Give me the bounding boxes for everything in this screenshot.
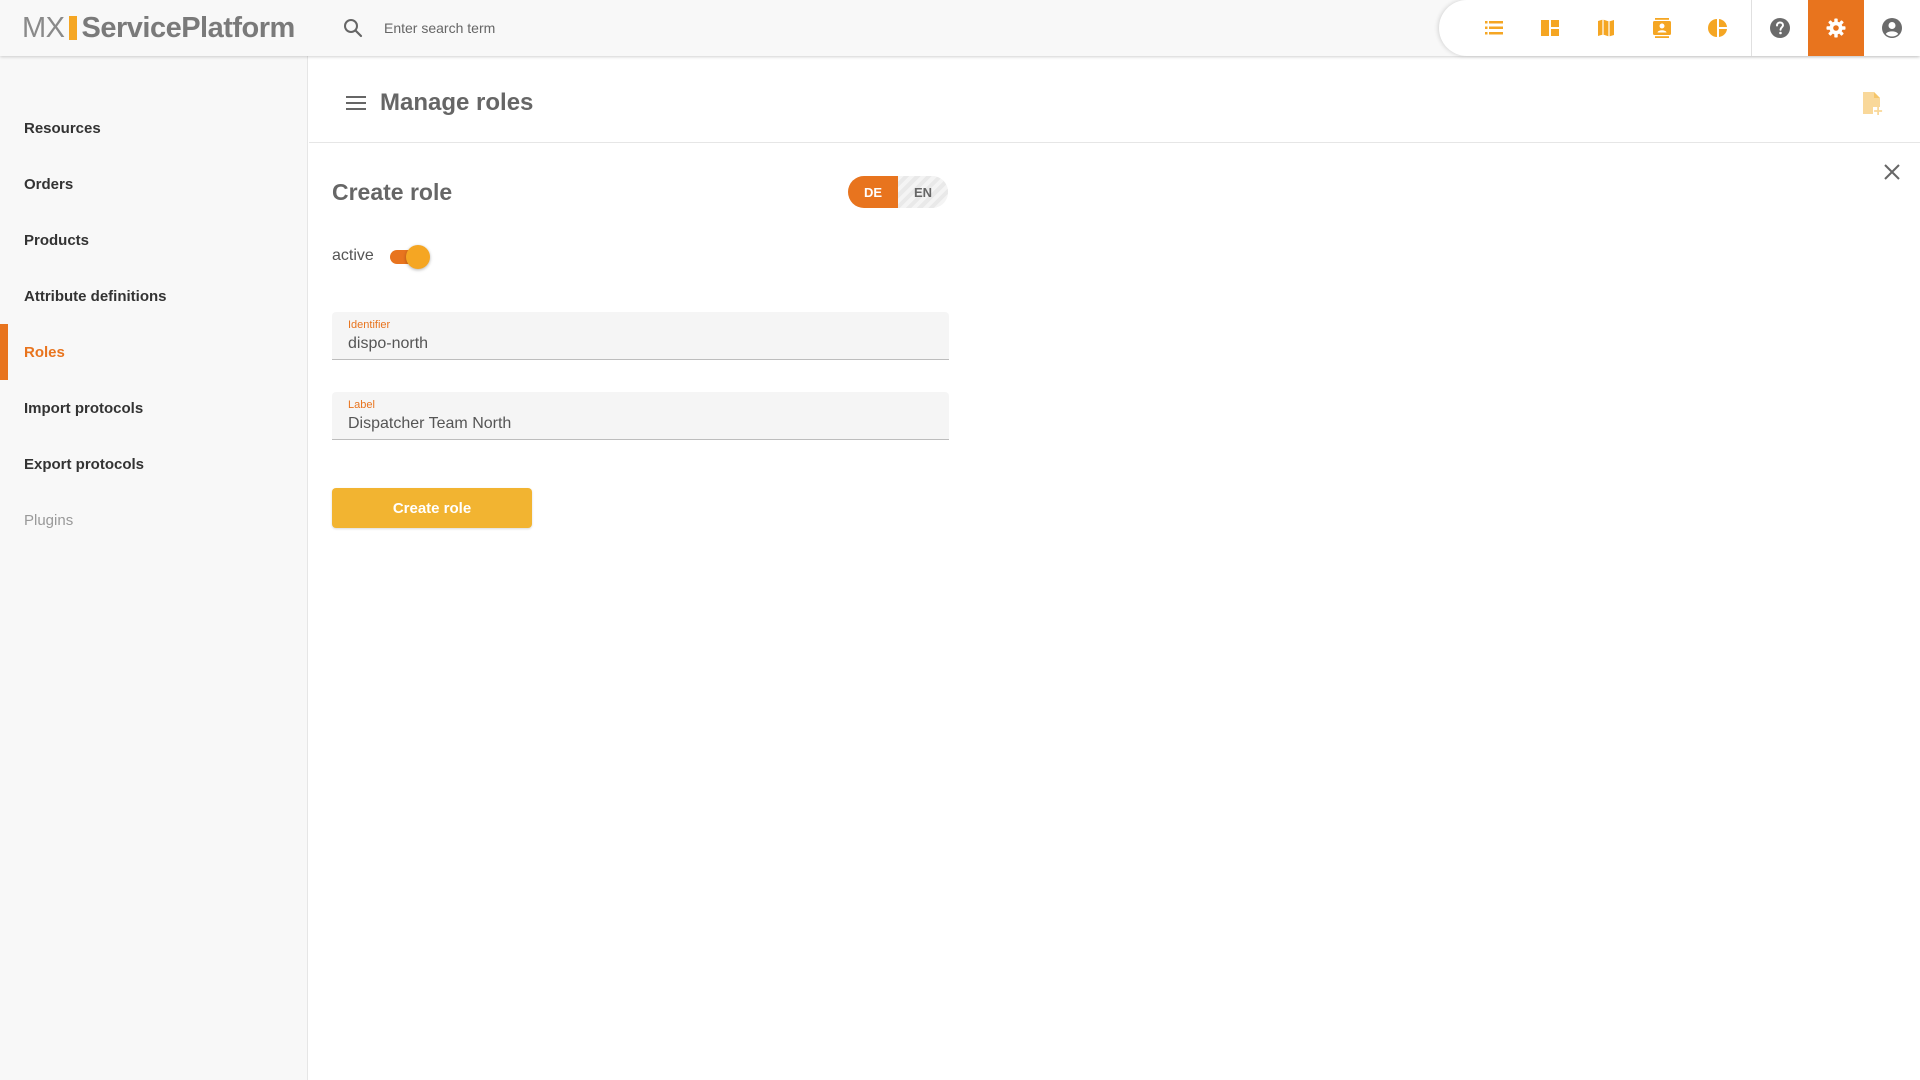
sidebar-item-plugins: Plugins: [24, 511, 74, 529]
logo-mx: MX: [22, 11, 65, 44]
account-button[interactable]: [1864, 0, 1920, 56]
label-field[interactable]: Label: [332, 392, 949, 440]
map-icon: [1598, 19, 1614, 37]
switch-thumb: [406, 245, 430, 269]
list-icon: [1485, 21, 1503, 35]
page-header: Manage roles: [309, 56, 1920, 143]
pie-chart-icon: [1707, 19, 1727, 37]
identifier-label: Identifier: [348, 319, 391, 331]
reports-button[interactable]: [1690, 0, 1746, 56]
search-icon[interactable]: [341, 16, 365, 40]
settings-icon: [1826, 18, 1846, 38]
sidebar-item-products[interactable]: Products: [0, 212, 308, 268]
settings-button[interactable]: [1808, 0, 1864, 56]
page-title: Manage roles: [380, 89, 534, 116]
sidebar-item-orders[interactable]: Orders: [0, 156, 308, 212]
label-field-label: Label: [348, 399, 375, 411]
form-title: Create role: [332, 179, 453, 205]
menu-icon[interactable]: [345, 92, 367, 114]
contacts-button[interactable]: [1634, 0, 1690, 56]
language-toggle: DE EN: [848, 176, 948, 208]
help-icon: [1770, 18, 1790, 38]
sidebar-item-attribute-definitions[interactable]: Attribute definitions: [0, 268, 308, 324]
create-role-button[interactable]: Create role: [332, 488, 532, 528]
identifier-field[interactable]: Identifier: [332, 312, 949, 360]
sidebar: Resources Orders Products Attribute defi…: [0, 56, 308, 1080]
toolbar: [1439, 0, 1920, 56]
close-icon[interactable]: [1880, 160, 1904, 184]
map-button[interactable]: [1578, 0, 1634, 56]
logo-service-platform: ServicePlatform: [81, 11, 296, 44]
top-bar: MX ServicePlatform: [0, 0, 1920, 56]
list-button[interactable]: [1466, 0, 1522, 56]
search-input[interactable]: [384, 14, 884, 42]
logo-bar: [68, 16, 77, 40]
active-switch[interactable]: [390, 245, 430, 269]
dashboard-button[interactable]: [1522, 0, 1578, 56]
sidebar-item-roles[interactable]: Roles: [0, 324, 308, 380]
sidebar-item-resources[interactable]: Resources: [0, 100, 308, 156]
identifier-input[interactable]: [348, 334, 928, 354]
account-icon: [1882, 18, 1902, 38]
label-input[interactable]: [348, 414, 928, 434]
help-button[interactable]: [1752, 0, 1808, 56]
document-add-icon[interactable]: [1859, 90, 1885, 116]
sidebar-item-import-protocols[interactable]: Import protocols: [0, 380, 308, 436]
app-logo[interactable]: MX ServicePlatform: [22, 10, 295, 46]
language-en-button[interactable]: EN: [898, 176, 948, 208]
dashboard-icon: [1541, 20, 1559, 36]
sidebar-item-export-protocols[interactable]: Export protocols: [0, 436, 308, 492]
contacts-icon: [1653, 18, 1671, 38]
language-de-button[interactable]: DE: [848, 176, 898, 208]
active-label: active: [332, 247, 374, 264]
